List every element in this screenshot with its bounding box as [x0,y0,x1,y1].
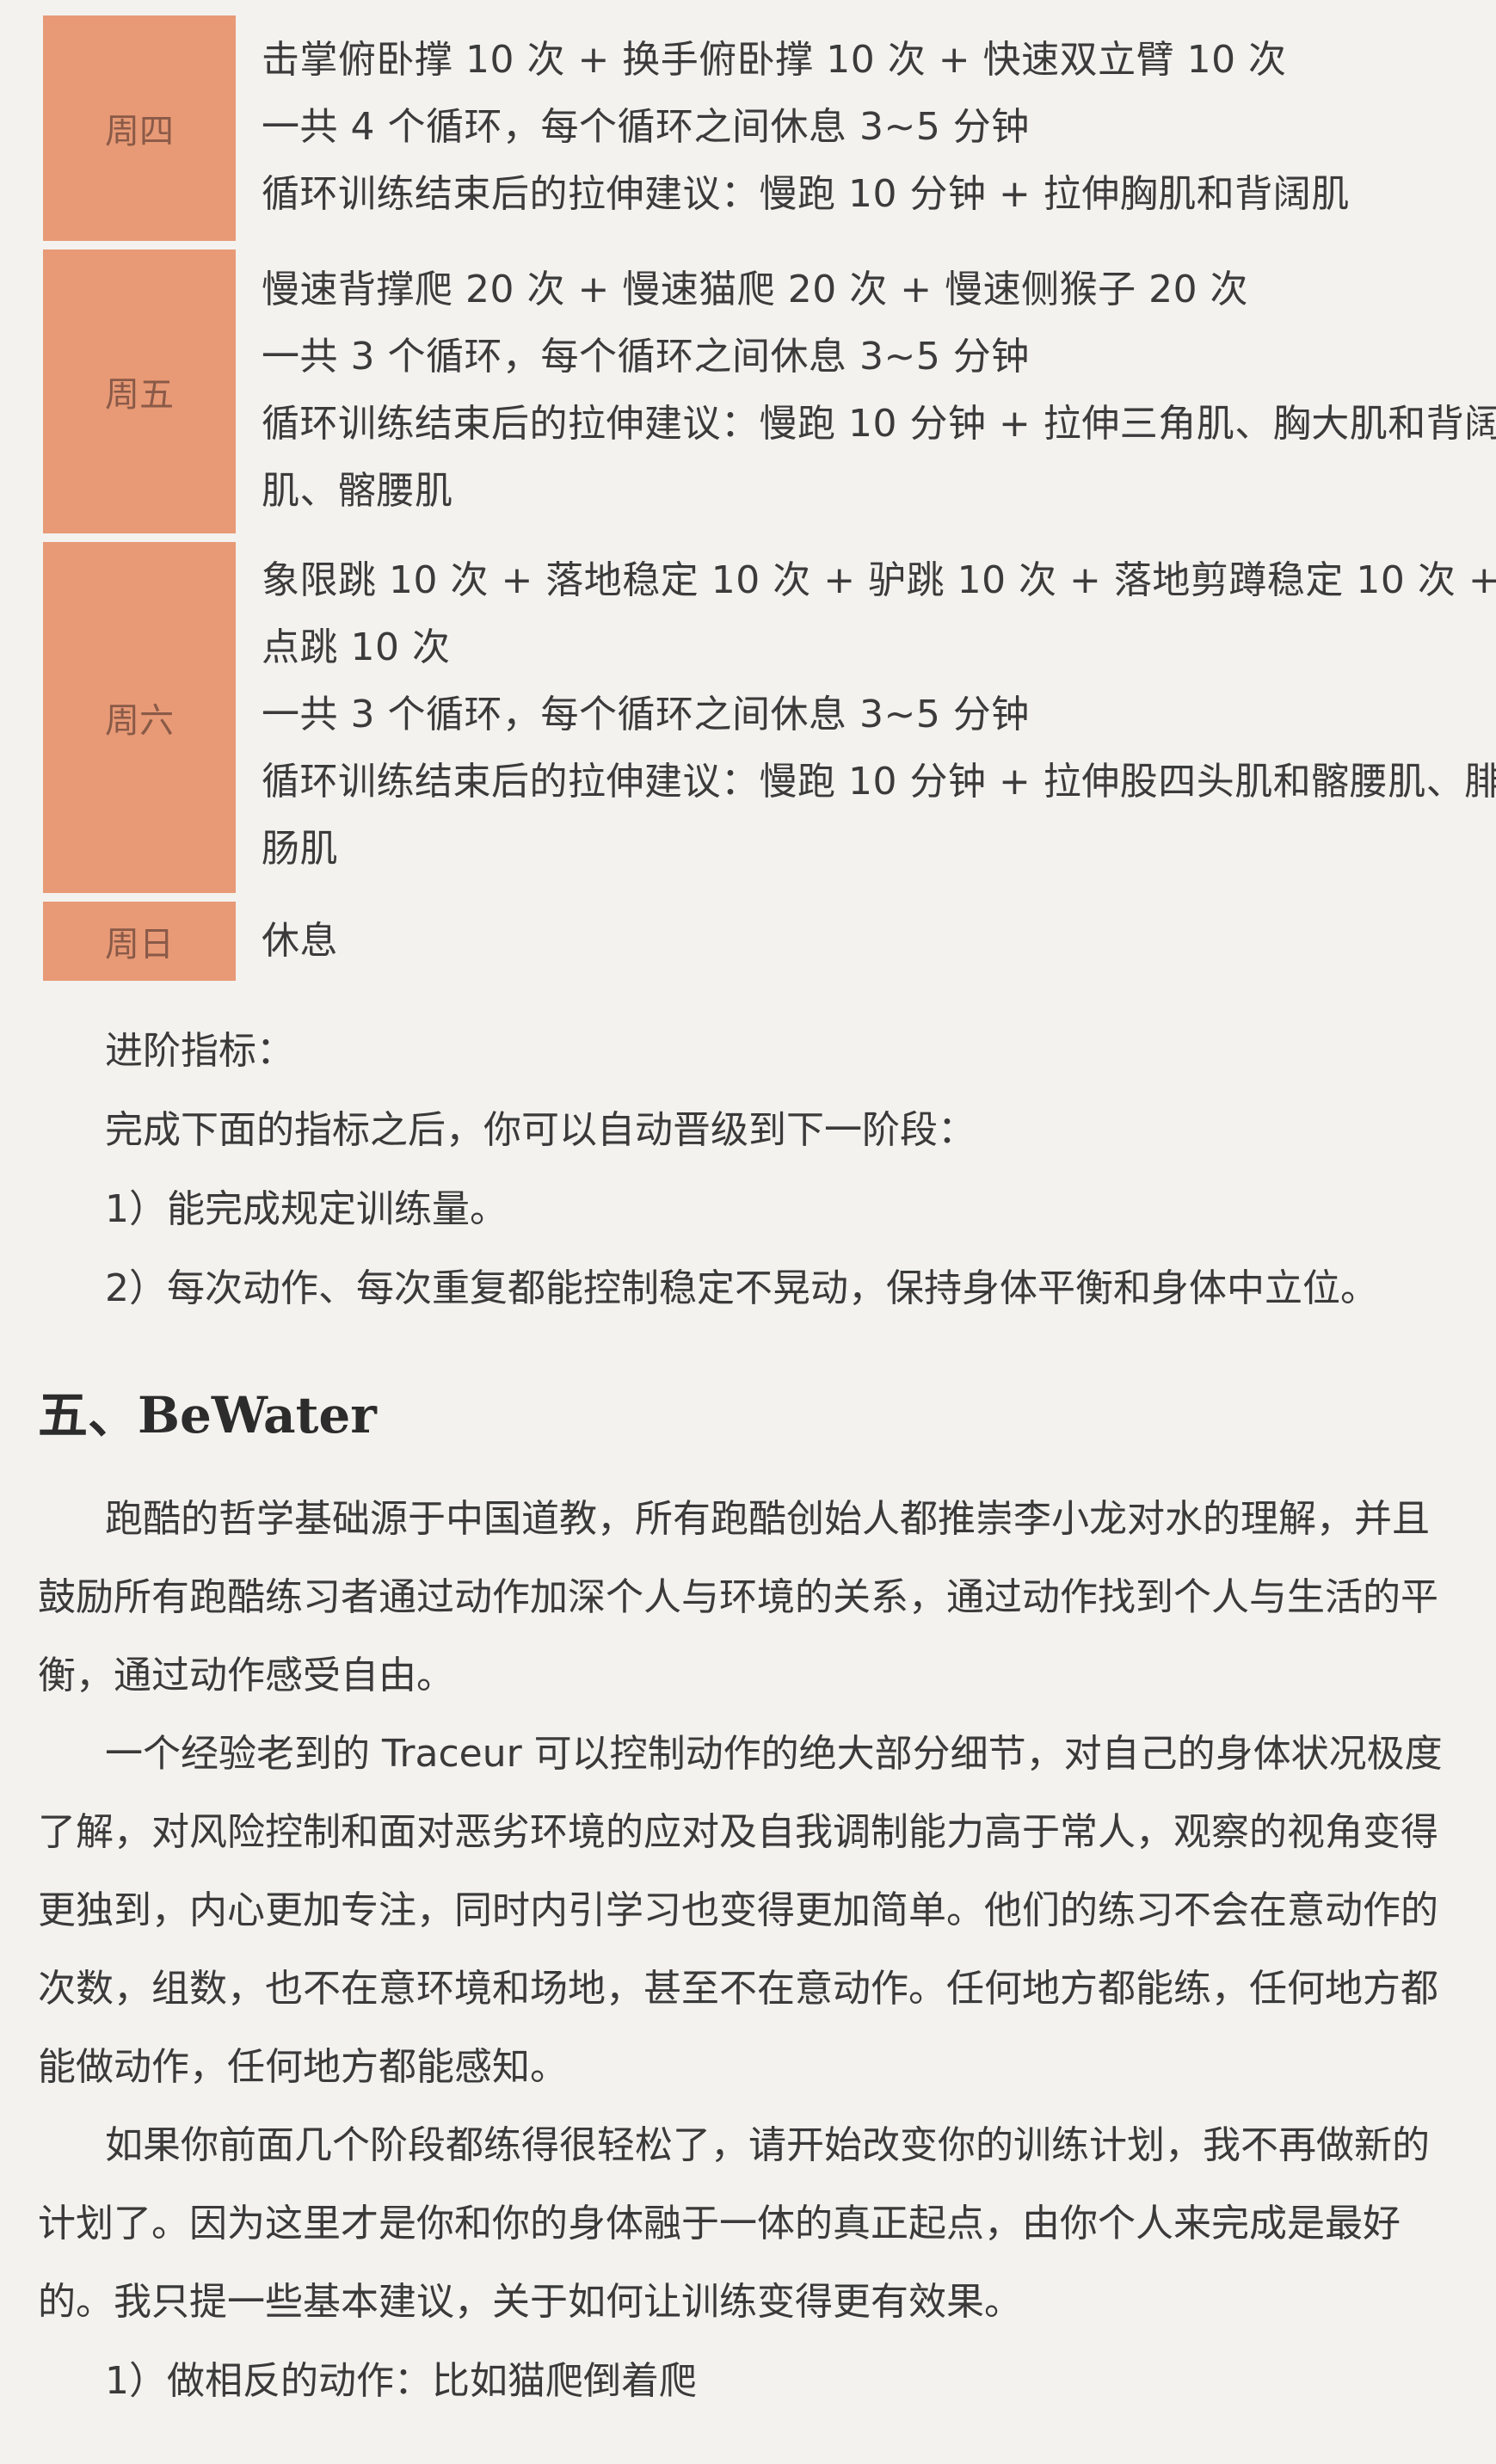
schedule-content: 击掌俯卧撑 10 次 + 换手俯卧撑 10 次 + 快速双立臂 10 次 一共 … [236,15,1488,241]
training-schedule-table: 周四 击掌俯卧撑 10 次 + 换手俯卧撑 10 次 + 快速双立臂 10 次 … [43,15,1496,981]
advance-criteria: 进阶指标： 完成下面的指标之后，你可以自动晋级到下一阶段： 1）能完成规定训练量… [0,1012,1496,1328]
paragraph-line: 跑酷的哲学基础源于中国道教，所有跑酷创始人都推崇李小龙对水的理解，并且 [105,1497,1430,1541]
section-heading: 五、BeWater [38,1386,377,1445]
day-cell: 周六 [43,542,236,893]
paragraph: 一个经验老到的 Traceur 可以控制动作的绝大部分细节，对自己的身体状况极度… [0,1715,1496,2106]
schedule-row-friday: 周五 慢速背撑爬 20 次 + 慢速猫爬 20 次 + 慢速侧猴子 20 次 一… [43,249,1496,533]
schedule-row-sunday: 周日 休息 [43,902,1488,981]
day-cell: 周五 [43,249,236,533]
paragraph-line: 更独到，内心更加专注，同时内引学习也变得更加简单。他们的练习不会在意动作的 [38,1888,1438,1932]
advance-item: 1）能完成规定训练量。 [105,1187,508,1231]
paragraph-line: 了解，对风险控制和面对恶劣环境的应对及自我调制能力高于常人，观察的视角变得 [38,1810,1438,1854]
schedule-line: 循环训练结束后的拉伸建议：慢跑 10 分钟 + 拉伸胸肌和背阔肌 [262,172,1350,216]
schedule-line: 一共 4 个循环，每个循环之间休息 3~5 分钟 [262,105,1030,149]
advance-intro: 完成下面的指标之后，你可以自动晋级到下一阶段： [105,1108,976,1152]
paragraph-line: 能做动作，任何地方都能感知。 [38,2045,568,2089]
paragraph-line: 鼓励所有跑酷练习者通过动作加深个人与环境的关系，通过动作找到个人与生活的平 [38,1575,1438,1619]
schedule-line: 一共 3 个循环，每个循环之间休息 3~5 分钟 [262,693,1030,736]
schedule-content: 象限跳 10 次 + 落地稳定 10 次 + 驴跳 10 次 + 落地剪蹲稳定 … [236,542,1496,893]
day-cell: 周四 [43,15,236,241]
suggestion-list: 1）做相反的动作：比如猫爬倒着爬 [0,2342,1496,2421]
schedule-line: 肠肌 [262,827,338,871]
schedule-content: 慢速背撑爬 20 次 + 慢速猫爬 20 次 + 慢速侧猴子 20 次 一共 3… [236,249,1496,533]
advance-title: 进阶指标： [105,1029,294,1073]
paragraph-line: 次数，组数，也不在意环境和场地，甚至不在意动作。任何地方都能练，任何地方都 [38,1967,1438,2011]
schedule-line: 击掌俯卧撑 10 次 + 换手俯卧撑 10 次 + 快速双立臂 10 次 [262,38,1287,82]
schedule-line: 肌、髂腰肌 [262,469,453,513]
suggestion-item: 1）做相反的动作：比如猫爬倒着爬 [105,2359,697,2403]
schedule-row-saturday: 周六 象限跳 10 次 + 落地稳定 10 次 + 驴跳 10 次 + 落地剪蹲… [43,542,1496,893]
paragraph-line: 计划了。因为这里才是你和你的身体融于一体的真正起点，由你个人来完成是最好 [38,2202,1401,2245]
schedule-line: 点跳 10 次 [262,625,451,669]
paragraph-line: 的。我只提一些基本建议，关于如何让训练变得更有效果。 [38,2280,1022,2324]
schedule-line: 象限跳 10 次 + 落地稳定 10 次 + 驴跳 10 次 + 落地剪蹲稳定 … [262,558,1496,602]
day-cell: 周日 [43,902,236,981]
paragraph: 跑酷的哲学基础源于中国道教，所有跑酷创始人都推崇李小龙对水的理解，并且 鼓励所有… [0,1480,1496,1715]
schedule-line: 慢速背撑爬 20 次 + 慢速猫爬 20 次 + 慢速侧猴子 20 次 [262,268,1249,311]
schedule-line: 循环训练结束后的拉伸建议：慢跑 10 分钟 + 拉伸三角肌、胸大肌和背阔 [262,402,1496,446]
schedule-line: 循环训练结束后的拉伸建议：慢跑 10 分钟 + 拉伸股四头肌和髂腰肌、腓 [262,760,1496,804]
schedule-content: 休息 [236,902,1488,981]
paragraph: 如果你前面几个阶段都练得很轻松了，请开始改变你的训练计划，我不再做新的 计划了。… [0,2106,1496,2341]
book-page: 周四 击掌俯卧撑 10 次 + 换手俯卧撑 10 次 + 快速双立臂 10 次 … [0,0,1496,2464]
paragraph-line: 如果你前面几个阶段都练得很轻松了，请开始改变你的训练计划，我不再做新的 [105,2123,1430,2167]
paragraph-line: 一个经验老到的 Traceur 可以控制动作的绝大部分细节，对自己的身体状况极度 [105,1732,1443,1776]
paragraph-line: 衡，通过动作感受自由。 [38,1654,454,1697]
schedule-row-thursday: 周四 击掌俯卧撑 10 次 + 换手俯卧撑 10 次 + 快速双立臂 10 次 … [43,15,1488,241]
advance-item: 2）每次动作、每次重复都能控制稳定不晃动，保持身体平衡和身体中立位。 [105,1266,1378,1310]
schedule-line: 一共 3 个循环，每个循环之间休息 3~5 分钟 [262,335,1030,379]
schedule-line: 休息 [262,919,338,963]
